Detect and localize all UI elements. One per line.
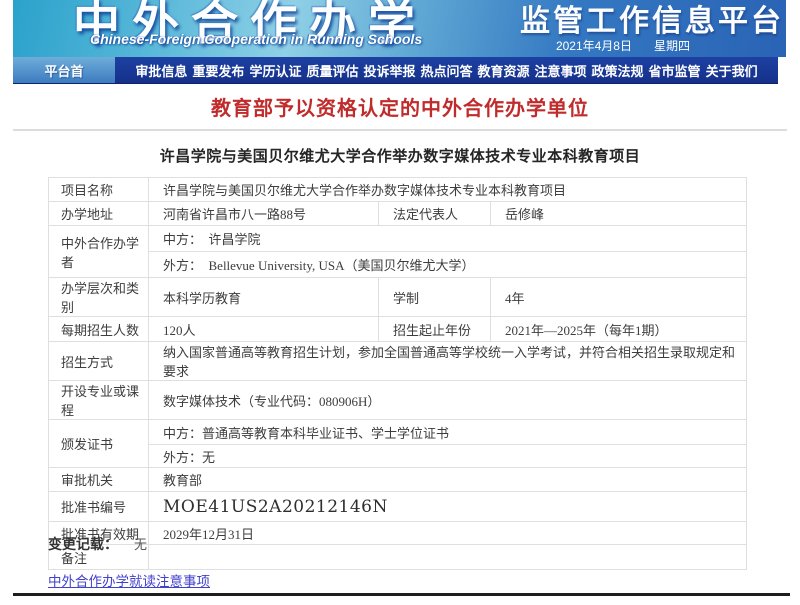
nav-item-about-us[interactable]: 关于我们 — [706, 61, 758, 80]
field-value-admission: 纳入国家普通高等教育招生计划，参加全国普通高等学校统一入学考试，并符合相关招生录… — [149, 342, 747, 381]
page-title: 教育部予以资格认定的中外合作办学单位 — [0, 92, 800, 121]
table-row: 外方： Bellevue University, USA（美国贝尔维尤大学） — [49, 252, 747, 278]
nav-item-hot-qa[interactable]: 热点问答 — [420, 61, 472, 80]
field-label-duration: 学制 — [379, 278, 491, 317]
field-value-duration: 4年 — [491, 278, 747, 317]
table-row: 批准书编号 MOE41US2A20212146N — [49, 492, 747, 522]
field-value-legal-representative: 岳修峰 — [491, 202, 747, 226]
field-value-authority: 教育部 — [149, 468, 747, 492]
field-label-majors: 开设专业或课程 — [49, 381, 149, 420]
nav-item-important-release[interactable]: 重要发布 — [192, 61, 244, 80]
nav-menu: 审批信息 重要发布 学历认证 质量评估 投诉举报 热点问答 教育资源 注意事项 … — [115, 57, 778, 83]
site-banner: 中外合作办学 Chinese-Foreign Cooperation in Ru… — [13, 0, 786, 57]
project-info-table: 项目名称 许昌学院与美国贝尔维尤大学合作举办数字媒体技术专业本科教育项目 办学地… — [48, 177, 747, 570]
field-value-address: 河南省许昌市八一路88号 — [149, 202, 379, 226]
change-record: 变更记载： 无 — [48, 534, 147, 554]
field-value-enrollment: 120人 — [149, 317, 379, 342]
nav-item-quality-evaluation[interactable]: 质量评估 — [306, 61, 358, 80]
table-row: 办学层次和类别 本科学历教育 学制 4年 — [49, 278, 747, 317]
table-row: 办学地址 河南省许昌市八一路88号 法定代表人 岳修峰 — [49, 202, 747, 226]
project-table-title: 许昌学院与美国贝尔维尤大学合作举办数字媒体技术专业本科教育项目 — [0, 145, 800, 166]
current-date: 2021年4月8日 — [556, 37, 632, 54]
current-weekday: 星期四 — [654, 37, 690, 54]
field-value-partner-foreign: 外方： Bellevue University, USA（美国贝尔维尤大学） — [149, 252, 747, 278]
field-label-legal-representative: 法定代表人 — [379, 202, 491, 226]
field-value-level: 本科学历教育 — [149, 278, 379, 317]
divider — [13, 129, 787, 131]
field-label-enrollment-years: 招生起止年份 — [379, 317, 491, 342]
field-label-approval-number: 批准书编号 — [49, 492, 149, 522]
field-label-authority: 审批机关 — [49, 468, 149, 492]
table-row: 招生方式 纳入国家普通高等教育招生计划，参加全国普通高等学校统一入学考试，并符合… — [49, 342, 747, 381]
table-row: 颁发证书 中方：普通高等教育本科毕业证书、学士学位证书 — [49, 420, 747, 445]
field-label-level: 办学层次和类别 — [49, 278, 149, 317]
field-label-admission: 招生方式 — [49, 342, 149, 381]
table-row: 开设专业或课程 数字媒体技术（专业代码：080906H） — [49, 381, 747, 420]
table-row: 备注 — [49, 545, 747, 570]
field-value-remarks — [149, 545, 747, 570]
field-label-enrollment: 每期招生人数 — [49, 317, 149, 342]
field-value-certificate-chinese: 中方：普通高等教育本科毕业证书、学士学位证书 — [149, 420, 747, 445]
table-row: 每期招生人数 120人 招生起止年份 2021年—2025年（每年1期） — [49, 317, 747, 342]
field-value-certificate-foreign: 外方：无 — [149, 445, 747, 468]
table-row: 外方：无 — [49, 445, 747, 468]
platform-title: 监管工作信息平台 — [520, 0, 784, 40]
main-navbar: 平台首 审批信息 重要发布 学历认证 质量评估 投诉举报 热点问答 教育资源 注… — [13, 57, 778, 84]
field-value-validity: 2029年12月31日 — [149, 522, 747, 545]
field-value-project-name: 许昌学院与美国贝尔维尤大学合作举办数字媒体技术专业本科教育项目 — [149, 178, 747, 202]
table-row: 中外合作办学者 中方： 许昌学院 — [49, 226, 747, 252]
nav-item-policies[interactable]: 政策法规 — [592, 61, 644, 80]
nav-item-complaints[interactable]: 投诉举报 — [363, 61, 415, 80]
nav-item-approval-info[interactable]: 审批信息 — [135, 61, 187, 80]
field-value-enrollment-years: 2021年—2025年（每年1期） — [491, 317, 747, 342]
nav-item-education-resources[interactable]: 教育资源 — [478, 61, 530, 80]
field-value-approval-number: MOE41US2A20212146N — [149, 492, 747, 522]
nav-item-home[interactable]: 平台首 — [13, 57, 115, 83]
date-display: 2021年4月8日 星期四 — [556, 37, 690, 54]
field-label-partners: 中外合作办学者 — [49, 226, 149, 278]
nav-item-credential-verification[interactable]: 学历认证 — [249, 61, 301, 80]
change-record-value: 无 — [134, 537, 147, 552]
bottom-divider — [13, 593, 790, 596]
table-row: 批准书有效期 2029年12月31日 — [49, 522, 747, 545]
field-value-partner-chinese: 中方： 许昌学院 — [149, 226, 747, 252]
field-value-majors: 数字媒体技术（专业代码：080906H） — [149, 381, 747, 420]
table-row: 审批机关 教育部 — [49, 468, 747, 492]
field-label-address: 办学地址 — [49, 202, 149, 226]
field-label-project-name: 项目名称 — [49, 178, 149, 202]
site-logo-english: Chinese-Foreign Cooperation in Running S… — [90, 31, 422, 47]
nav-item-provincial-supervision[interactable]: 省市监管 — [649, 61, 701, 80]
nav-item-notices[interactable]: 注意事项 — [535, 61, 587, 80]
study-notice-link[interactable]: 中外合作办学就读注意事项 — [48, 570, 210, 590]
field-label-certificates: 颁发证书 — [49, 420, 149, 468]
table-row: 项目名称 许昌学院与美国贝尔维尤大学合作举办数字媒体技术专业本科教育项目 — [49, 178, 747, 202]
change-record-label: 变更记载： — [48, 538, 118, 553]
